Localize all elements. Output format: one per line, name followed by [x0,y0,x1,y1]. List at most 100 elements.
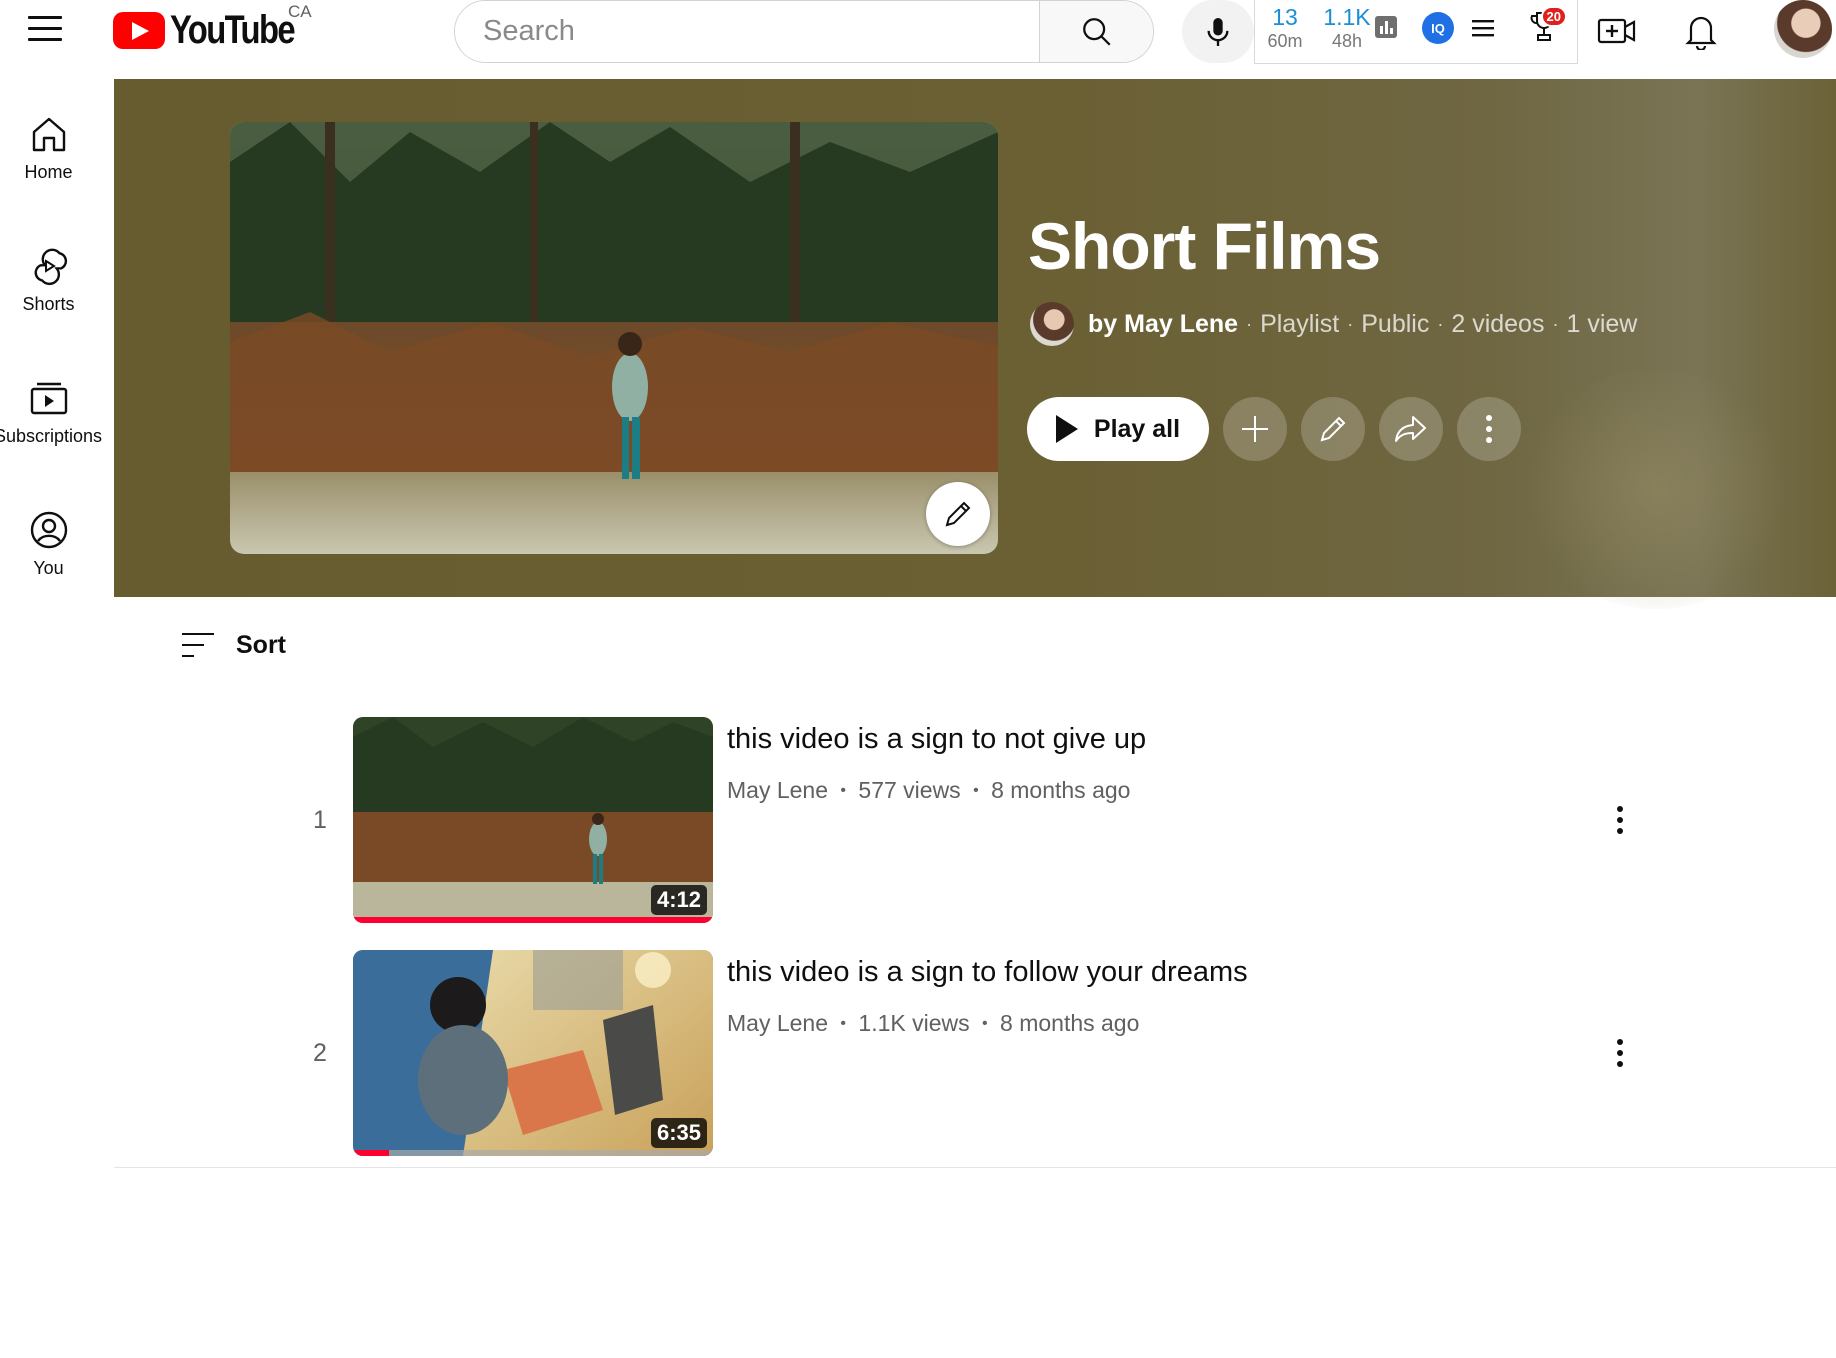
video-index: 2 [313,1039,327,1067]
logo-text: YouTube [170,8,296,52]
sidebar-item-you[interactable]: You [0,510,97,579]
sort-button[interactable]: Sort [180,630,286,660]
playlist-video-count: 2 videos [1451,309,1545,338]
separator-dot: • [982,1015,988,1032]
vidiq-icon[interactable]: IQ [1421,11,1455,45]
playlist-owner[interactable]: by May Lene [1088,310,1238,339]
separator-dot: · [1552,313,1559,334]
stat-period: 48h [1331,31,1363,51]
stat-views-48h[interactable]: 1.1K 48h [1317,4,1377,52]
search-bar [454,0,1154,63]
watch-progress-track [353,1150,713,1156]
video-index: 1 [313,806,327,834]
video-thumbnail[interactable]: 4:12 [353,717,713,923]
share-icon [1395,416,1426,442]
playlist-type: Playlist [1260,309,1340,338]
playlist-meta: by May Lene · Playlist · Public · 2 vide… [1030,302,1637,346]
edit-playlist-button[interactable] [1301,397,1365,461]
add-to-button[interactable] [1223,397,1287,461]
separator-dot: · [1437,313,1444,334]
playlist-actions: Play all [1027,397,1521,461]
notifications-button[interactable] [1678,8,1724,54]
you-icon [30,511,67,549]
play-all-button[interactable]: Play all [1027,397,1209,461]
playlist-cover-thumbnail[interactable] [230,122,998,554]
account-avatar[interactable] [1774,0,1832,58]
video-channel[interactable]: May Lene [727,1010,828,1036]
video-duration: 6:35 [650,1118,707,1148]
video-more-button[interactable] [1605,1030,1635,1076]
sidebar-item-subscriptions[interactable]: Subscriptions [0,378,102,447]
video-meta: May Lene • 1.1K views • 8 months ago [727,1010,1139,1037]
owner-avatar[interactable] [1030,302,1074,346]
trophy-icon[interactable]: 20 [1527,6,1567,44]
bell-icon [1685,16,1717,50]
search-input[interactable] [455,1,1039,62]
banner-glow [1516,369,1796,609]
more-actions-button[interactable] [1457,397,1521,461]
video-title[interactable]: this video is a sign to not give up [727,723,1146,756]
subscriptions-icon [30,382,67,415]
youtube-play-logo-icon [113,12,165,49]
separator-dot: · [1246,313,1253,334]
hamburger-menu-icon[interactable] [28,12,68,44]
video-more-button[interactable] [1605,797,1635,843]
microphone-icon [1207,17,1229,46]
analytics-icon[interactable] [1373,14,1399,40]
create-video-icon [1597,18,1636,44]
watch-progress-bar [353,1150,389,1156]
sort-label: Sort [236,630,286,659]
pencil-icon [945,501,971,527]
region-code: CA [288,2,312,21]
stat-value: 13 [1272,4,1298,30]
more-vertical-icon [1486,415,1492,443]
sidebar-item-label: Subscriptions [0,426,102,446]
svg-text:IQ: IQ [1431,21,1445,36]
home-icon [32,117,65,152]
video-duration: 4:12 [650,885,707,915]
playlist-video-row[interactable]: 2 6:35 this video is a sign to follow yo… [300,950,1640,1156]
video-meta: May Lene • 577 views • 8 months ago [727,777,1130,804]
video-views: 1.1K views [858,1010,970,1036]
forest-scene-image [230,122,998,554]
shorts-icon [34,248,67,286]
play-all-label: Play all [1093,414,1181,443]
share-button[interactable] [1379,397,1443,461]
playlist-views: 1 view [1566,309,1638,338]
list-divider [114,1167,1836,1168]
notification-count-badge: 20 [1540,6,1567,27]
separator-dot: • [840,1015,847,1032]
watch-progress-bar [353,917,713,923]
create-video-button[interactable] [1594,8,1640,54]
playlist-title: Short Films [1028,209,1381,283]
video-views: 577 views [858,777,961,803]
sidebar-item-home[interactable]: Home [0,114,97,183]
separator-dot: • [840,782,847,799]
play-icon [1055,415,1078,443]
playlist-video-row[interactable]: 1 4:12 this video is a sign to not give … [300,717,1640,923]
sidebar-item-label: Shorts [22,294,75,314]
sidebar-item-label: You [33,558,64,578]
sidebar-item-label: Home [24,162,73,182]
top-bar: YouTube CA 13 60m 1.1K 48h IQ 20 [0,0,1836,78]
voice-search-button[interactable] [1182,0,1254,63]
search-button[interactable] [1039,1,1153,62]
video-channel[interactable]: May Lene [727,777,828,803]
sidebar-item-shorts[interactable]: Shorts [0,246,97,315]
extension-toolbar: 13 60m 1.1K 48h IQ 20 [1254,0,1578,64]
pencil-icon [1320,416,1346,442]
search-icon [1082,17,1111,46]
stat-period: 60m [1267,31,1303,51]
video-age: 8 months ago [1000,1010,1140,1036]
separator-dot: • [973,782,979,799]
separator-dot: · [1347,313,1354,334]
stat-value: 1.1K [1323,4,1371,30]
stat-views-60m[interactable]: 13 60m [1261,4,1309,52]
playlist-visibility: Public [1361,309,1430,338]
list-menu-icon[interactable] [1469,14,1497,42]
video-age: 8 months ago [991,777,1131,803]
plus-icon [1242,416,1268,442]
video-title[interactable]: this video is a sign to follow your drea… [727,956,1248,989]
video-thumbnail[interactable]: 6:35 [353,950,713,1156]
edit-thumbnail-button[interactable] [926,482,990,546]
